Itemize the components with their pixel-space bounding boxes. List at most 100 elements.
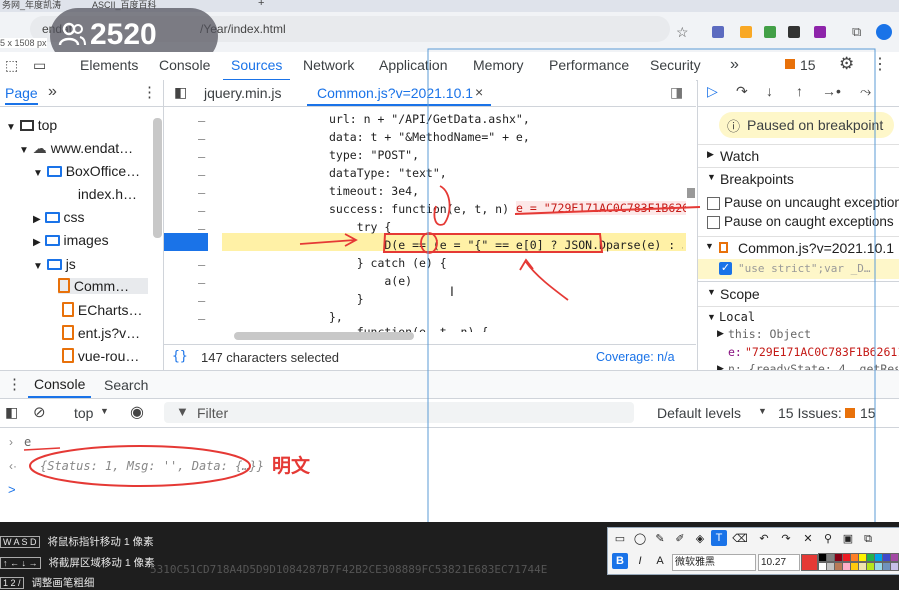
navigator-scrollbar[interactable] xyxy=(153,118,162,238)
tab-console[interactable]: Console xyxy=(159,52,210,79)
tab-page[interactable]: Page xyxy=(5,85,38,105)
tab-application[interactable]: Application xyxy=(379,52,448,79)
close-icon[interactable]: ✕ xyxy=(800,531,816,547)
tab-security[interactable]: Security xyxy=(650,52,701,79)
drawer-tab-console[interactable]: Console xyxy=(28,371,92,398)
fill-tool-icon[interactable]: ◈ xyxy=(692,531,708,547)
device-toolbar-icon[interactable]: ▭ xyxy=(33,57,46,74)
underline-toggle[interactable]: A xyxy=(652,553,668,569)
gear-icon[interactable]: ⚙ xyxy=(839,54,854,74)
font-family-select[interactable]: 微软雅黑 xyxy=(672,554,756,571)
scope-n[interactable]: n: {readyState: 4, getRespo xyxy=(728,362,898,370)
breakpoint-marker[interactable] xyxy=(164,233,208,251)
italic-toggle[interactable]: I xyxy=(632,553,648,569)
tree-item-file[interactable]: index.h… xyxy=(62,186,137,202)
profile-avatar[interactable] xyxy=(876,24,892,40)
more-navigator-button[interactable]: » xyxy=(48,83,57,101)
tab-memory[interactable]: Memory xyxy=(473,52,524,79)
scope-this[interactable]: this: Object xyxy=(728,327,811,341)
palette-swatch[interactable] xyxy=(890,553,899,562)
tree-item-domain[interactable]: ▼ ☁ www.endat… xyxy=(19,140,133,157)
issues-link[interactable]: 15 Issues: xyxy=(778,405,842,421)
pin-icon[interactable]: ⚲ xyxy=(820,531,836,547)
tree-item-file[interactable]: vue-rou… xyxy=(62,348,139,364)
watch-section[interactable]: ▶ Watch xyxy=(698,144,899,167)
palette-swatch[interactable] xyxy=(890,562,899,571)
extension-icon[interactable] xyxy=(712,26,724,38)
tab-network[interactable]: Network xyxy=(303,52,354,79)
tab-performance[interactable]: Performance xyxy=(549,52,629,79)
tree-item-folder[interactable]: ▼ BoxOffice… xyxy=(33,163,140,179)
more-tabs-button[interactable]: » xyxy=(730,52,739,79)
breakpoint-file-row[interactable]: ▼ Common.js?v=2021.10.1 xyxy=(698,236,899,259)
copy-icon[interactable]: ⧉ xyxy=(860,531,876,547)
redo-icon[interactable]: ↷ xyxy=(778,531,794,547)
tree-item-file[interactable]: ECharts… xyxy=(62,302,142,318)
current-color-swatch[interactable] xyxy=(801,554,818,571)
console-output-object[interactable]: {Status: 1, Msg: '', Data: {…}} xyxy=(40,459,264,473)
tree-item-file[interactable]: ent.js?v… xyxy=(62,325,140,341)
context-select[interactable]: top xyxy=(74,405,93,421)
deactivate-breakpoints-icon[interactable]: ⤳ xyxy=(860,83,871,100)
editor-tab-jquery[interactable]: jquery.min.js xyxy=(204,85,282,101)
drawer-tab-search[interactable]: Search xyxy=(104,377,148,393)
kebab-menu-icon[interactable]: ⋮ xyxy=(872,54,888,74)
scope-section[interactable]: ▼ Scope xyxy=(698,281,899,306)
kebab-menu-icon[interactable]: ⋮ xyxy=(142,83,157,101)
log-levels-select[interactable]: Default levels xyxy=(657,405,741,421)
tree-item-top[interactable]: ▼ top xyxy=(6,117,57,133)
inspect-element-icon[interactable]: ⬚ xyxy=(5,57,18,74)
tree-item-file-selected[interactable]: Comm… xyxy=(58,278,148,294)
tree-item-folder[interactable]: ▶ images xyxy=(33,232,109,248)
local-label[interactable]: Local xyxy=(719,310,755,324)
tree-item-folder[interactable]: ▶ css xyxy=(33,209,84,225)
text-tool-icon[interactable]: T xyxy=(711,530,727,546)
pause-uncaught-checkbox[interactable] xyxy=(707,197,720,210)
console-prompt[interactable]: > xyxy=(8,482,16,497)
breakpoint-entry[interactable]: ✓ "use strict";var _D… xyxy=(698,259,899,279)
issues-count[interactable]: 15 xyxy=(800,57,816,73)
extension-icon[interactable] xyxy=(788,26,800,38)
pause-caught-checkbox[interactable] xyxy=(707,216,720,229)
eye-icon[interactable]: ◉ xyxy=(130,402,144,422)
rect-tool-icon[interactable]: ▭ xyxy=(612,531,628,547)
pen-tool-icon[interactable]: ✎ xyxy=(652,531,668,547)
save-icon[interactable]: ▣ xyxy=(840,531,856,547)
sidebar-toggle-icon[interactable]: ◧ xyxy=(5,404,18,421)
tab-elements[interactable]: Elements xyxy=(80,52,138,79)
tree-item-folder[interactable]: ▼ js xyxy=(33,256,76,272)
editor-tab-common[interactable]: Common.js?v=2021.10.1 × xyxy=(307,80,491,106)
pretty-print-icon[interactable]: {} xyxy=(172,349,188,364)
browser-tab-1[interactable]: 务网_年度凯涛 xyxy=(2,0,61,11)
breakpoints-section[interactable]: ▼ Breakpoints xyxy=(698,167,899,190)
puzzle-icon[interactable]: ⧉ xyxy=(852,24,861,40)
undo-icon[interactable]: ↶ xyxy=(756,531,772,547)
editor-vertical-scrollbar[interactable] xyxy=(686,106,696,336)
extension-icon[interactable] xyxy=(814,26,826,38)
font-size-select[interactable]: 10.27 xyxy=(758,554,800,571)
eraser-tool-icon[interactable]: ⌫ xyxy=(732,531,748,547)
breakpoint-checkbox[interactable]: ✓ xyxy=(719,262,732,275)
step-out-icon[interactable]: ↑ xyxy=(796,83,803,99)
issues-icon[interactable] xyxy=(785,59,795,69)
step-into-icon[interactable]: ↓ xyxy=(766,83,773,99)
tab-sources[interactable]: Sources xyxy=(223,52,291,81)
circle-tool-icon[interactable]: ◯ xyxy=(632,531,648,547)
close-icon[interactable]: × xyxy=(475,84,483,100)
bold-toggle[interactable]: B xyxy=(612,553,628,569)
extension-icon[interactable] xyxy=(764,26,776,38)
editor-horizontal-scrollbar[interactable] xyxy=(234,332,414,340)
clear-console-icon[interactable]: ⊘ xyxy=(33,403,46,421)
highlighter-tool-icon[interactable]: ✐ xyxy=(672,531,688,547)
extension-icon[interactable] xyxy=(740,26,752,38)
new-tab-button[interactable]: + xyxy=(258,0,264,9)
star-icon[interactable]: ☆ xyxy=(676,24,689,41)
kebab-menu-icon[interactable]: ⋮ xyxy=(7,375,22,393)
toggle-debugger-icon[interactable]: ◨ xyxy=(670,84,683,101)
step-over-icon[interactable]: ↷ xyxy=(736,83,748,100)
scope-e-value[interactable]: "729E171AC0C783F1B626112 xyxy=(745,345,899,359)
step-icon[interactable]: →• xyxy=(822,83,841,99)
coverage-link[interactable]: Coverage: n/a xyxy=(596,350,675,364)
toggle-navigator-icon[interactable]: ◧ xyxy=(174,84,187,101)
resume-icon[interactable]: ▷ xyxy=(707,83,718,100)
